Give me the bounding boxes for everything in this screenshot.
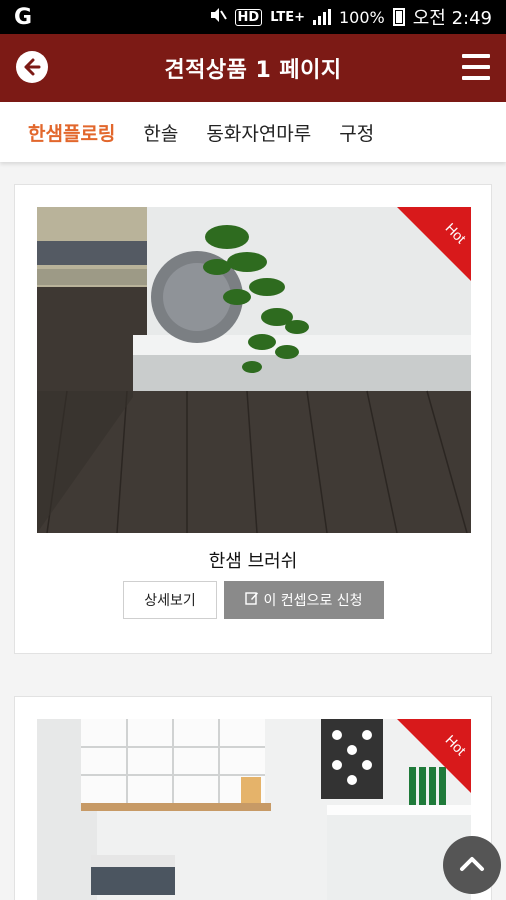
battery-icon <box>392 8 405 26</box>
page-title: 견적상품 1 페이지 <box>164 58 342 83</box>
tab-donghwa[interactable]: 동화자연마루 <box>206 119 311 146</box>
brand-tabs: 한샘플로링 한솔 동화자연마루 구정 <box>0 102 506 162</box>
network-label: LTE+ <box>270 9 305 25</box>
scroll-top-button[interactable] <box>443 836 501 894</box>
tab-gujeong[interactable]: 구정 <box>339 119 374 146</box>
hd-icon: HD <box>234 8 263 26</box>
tab-hanssem-flooring[interactable]: 한샘플로링 <box>28 119 115 146</box>
product-image[interactable]: Hot <box>37 207 471 533</box>
hamburger-menu-icon[interactable] <box>462 54 490 80</box>
edit-icon <box>245 591 259 609</box>
chevron-up-icon <box>459 854 485 876</box>
carrier-icon: G <box>14 4 33 30</box>
apply-concept-label: 이 컨셉으로 신청 <box>263 593 363 609</box>
tab-hansol[interactable]: 한솔 <box>143 119 178 146</box>
hot-badge: Hot <box>397 207 471 281</box>
product-name: 한샘 브러쉬 <box>208 551 298 572</box>
product-card: Hot 한샘 브러쉬 상세보기 이 컨셉으로 신청 <box>14 184 492 654</box>
mute-icon <box>209 7 227 27</box>
signal-icon <box>312 9 331 25</box>
status-bar: G HD LTE+ 100% 오전 2:49 <box>0 0 506 34</box>
back-arrow-icon[interactable] <box>16 51 48 83</box>
detail-button[interactable]: 상세보기 <box>123 581 217 619</box>
battery-percent: 100% <box>338 7 385 27</box>
product-card: Hot <box>14 696 492 900</box>
hot-badge: Hot <box>397 719 471 793</box>
app-bar: 견적상품 1 페이지 <box>0 34 506 102</box>
clock: 오전 2:49 <box>412 8 492 29</box>
product-image[interactable]: Hot <box>37 719 471 900</box>
apply-concept-button[interactable]: 이 컨셉으로 신청 <box>224 581 384 619</box>
